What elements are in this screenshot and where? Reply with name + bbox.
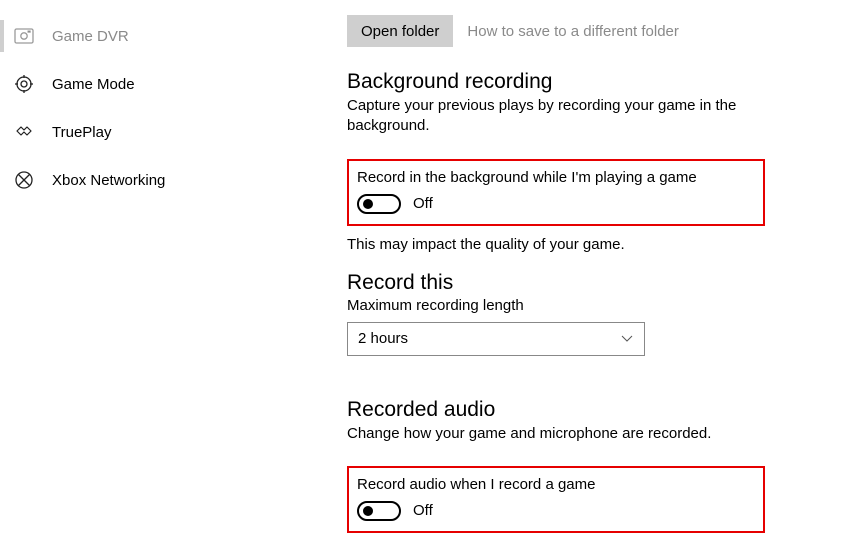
setting-label: Record in the background while I'm playi… [357, 169, 755, 186]
section-title-record-this: Record this [347, 271, 820, 295]
sidebar-item-game-mode[interactable]: Game Mode [0, 60, 295, 108]
sidebar-item-label: TruePlay [52, 124, 111, 141]
impact-note: This may impact the quality of your game… [347, 236, 820, 253]
record-this-subtitle: Maximum recording length [347, 297, 820, 314]
section-title-background-recording: Background recording [347, 70, 820, 94]
highlight-recorded-audio: Record audio when I record a game Off [347, 466, 765, 533]
main-content: Open folder How to save to a different f… [295, 0, 850, 505]
chevron-down-icon [620, 332, 634, 346]
how-to-save-link[interactable]: How to save to a different folder [467, 23, 679, 40]
open-folder-button[interactable]: Open folder [347, 15, 453, 47]
sidebar-item-label: Xbox Networking [52, 172, 165, 189]
target-icon [14, 74, 34, 94]
section-desc: Capture your previous plays by recording… [347, 96, 767, 137]
select-value: 2 hours [358, 330, 408, 347]
highlight-background-recording: Record in the background while I'm playi… [347, 159, 765, 226]
sidebar: Game DVR Game Mode TruePlay [0, 0, 295, 505]
section-title-recorded-audio: Recorded audio [347, 398, 820, 422]
toggle-record-audio[interactable] [357, 501, 401, 521]
toggle-background-recording[interactable] [357, 194, 401, 214]
sidebar-item-trueplay[interactable]: TruePlay [0, 108, 295, 156]
max-length-select[interactable]: 2 hours [347, 322, 645, 356]
setting-label: Record audio when I record a game [357, 476, 755, 493]
toggle-state: Off [413, 195, 433, 212]
top-actions: Open folder How to save to a different f… [347, 14, 820, 48]
section-desc: Change how your game and microphone are … [347, 424, 767, 444]
sidebar-item-xbox-networking[interactable]: Xbox Networking [0, 156, 295, 204]
xbox-icon [14, 170, 34, 190]
sidebar-item-label: Game Mode [52, 76, 135, 93]
sidebar-item-label: Game DVR [52, 28, 129, 45]
handshake-icon [14, 122, 34, 142]
sidebar-item-game-dvr[interactable]: Game DVR [0, 12, 295, 60]
camera-icon [14, 26, 34, 46]
